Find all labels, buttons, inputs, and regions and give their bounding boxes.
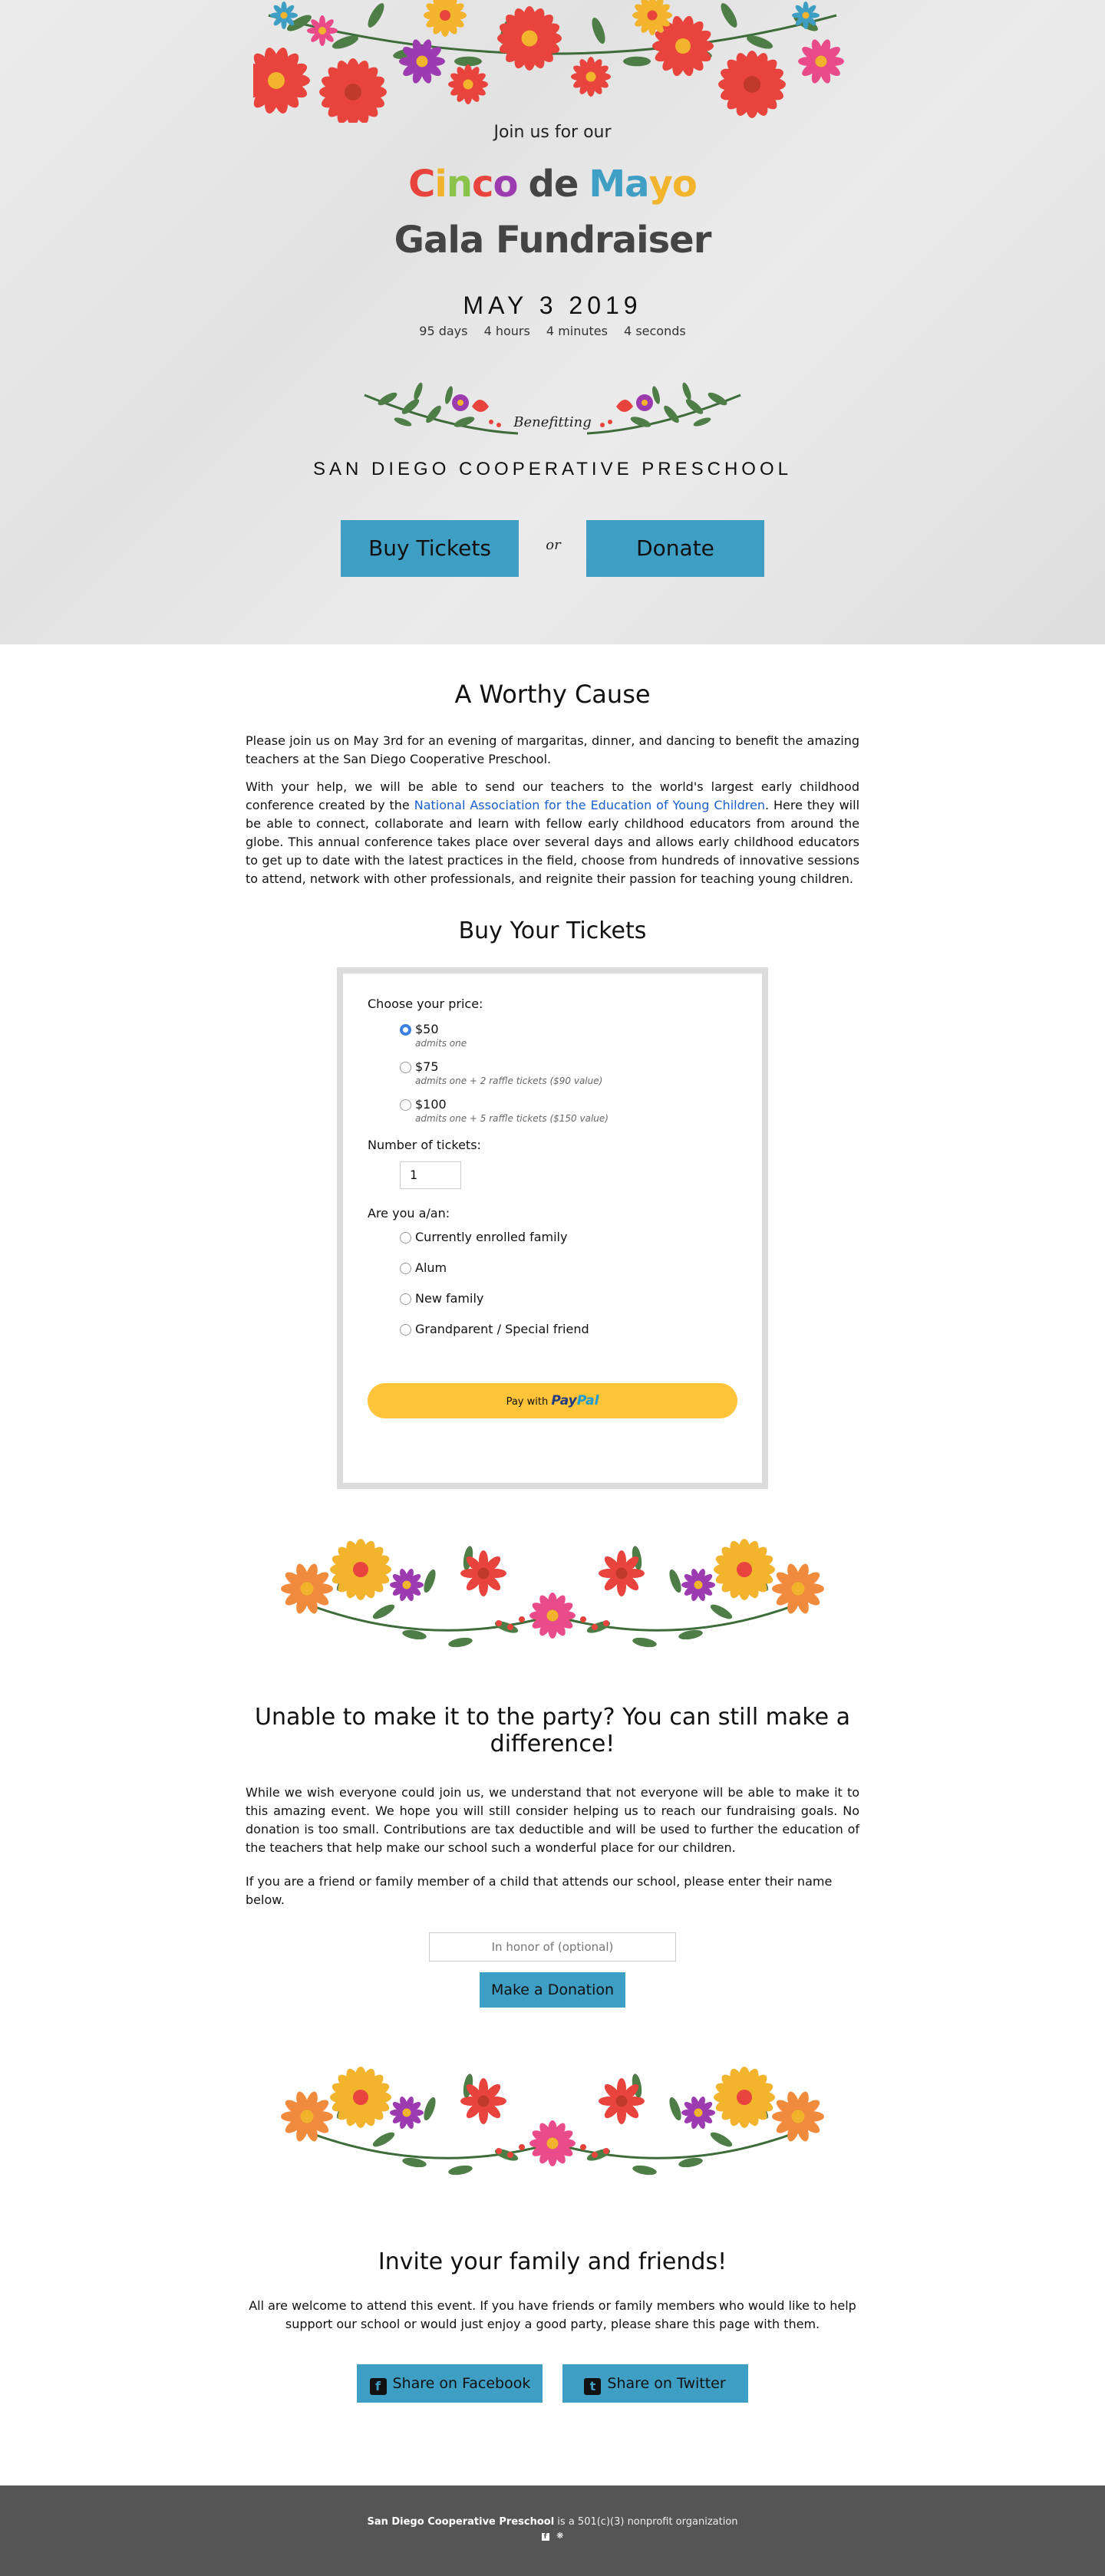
facebook-icon: f [369, 2378, 387, 2395]
role-label-text: Alum [415, 1260, 447, 1275]
price-description: admits one + 2 raffle tickets ($90 value… [415, 1076, 603, 1086]
price-value: $100 [415, 1097, 447, 1112]
cause-paragraph-1: Please join us on May 3rd for an evening… [246, 733, 859, 766]
main-content: A Worthy Cause Please join us on May 3rd… [246, 680, 859, 2403]
footer-org-name: San Diego Cooperative Preschool [367, 2516, 555, 2528]
price-option[interactable]: $100 admits one + 5 raffle tickets ($150 … [400, 1097, 737, 1124]
role-label-text: Grandparent / Special friend [415, 1322, 589, 1336]
price-label: Choose your price: [368, 996, 483, 1011]
countdown-days: 95 days [419, 324, 468, 338]
cause-title: A Worthy Cause [454, 680, 651, 709]
difference-paragraph-1: While we wish everyone could join us, we… [246, 1785, 859, 1855]
role-radio[interactable] [400, 1232, 411, 1244]
title-letter: o [493, 163, 518, 206]
hero-intro: Join us for our [493, 123, 612, 142]
footer-yelp-icon[interactable]: ❋ [556, 2531, 563, 2541]
paypal-prefix: Pay with [506, 1396, 549, 1408]
naeyc-link[interactable]: National Association for the Education o… [414, 798, 765, 812]
tickets-title: Buy Your Tickets [458, 917, 647, 944]
twitter-icon: t [584, 2378, 602, 2395]
paypal-logo: PayPal [551, 1393, 599, 1408]
price-radio[interactable] [400, 1062, 411, 1073]
countdown-minutes: 4 minutes [546, 324, 608, 338]
make-donation-button[interactable]: Make a Donation [480, 1972, 625, 2008]
price-value: $50 [415, 1022, 439, 1036]
title-letter: o [671, 163, 698, 206]
countdown-hours: 4 hours [483, 324, 530, 338]
role-option[interactable]: New family [400, 1290, 737, 1308]
price-option[interactable]: $75 admits one + 2 raffle tickets ($90 va… [400, 1059, 737, 1086]
invite-paragraph: All are welcome to attend this event. If… [249, 2298, 856, 2331]
hero-section: Join us for our Cinco de Mayo Gala Fundr… [0, 0, 1105, 644]
page-footer: San Diego Cooperative Preschool is a 501… [0, 2485, 1105, 2576]
title-letter: a [625, 163, 649, 206]
flower-garland-icon [253, 0, 844, 123]
flower-garland-icon [281, 2067, 824, 2176]
footer-nonprofit-text: is a 501(c)(3) nonprofit organization [554, 2516, 738, 2528]
wreath-icon [364, 382, 741, 435]
role-option[interactable]: Currently enrolled family [400, 1228, 737, 1247]
cause-paragraph-2: With your help, we will be able to send … [246, 778, 859, 888]
buy-tickets-button[interactable]: Buy Tickets [341, 520, 519, 577]
share-twitter-button[interactable]: t Share on Twitter [562, 2364, 748, 2403]
event-subtitle: Gala Fundraiser [394, 219, 712, 262]
role-label-text: New family [415, 1291, 484, 1306]
price-radio[interactable] [400, 1024, 411, 1036]
quantity-label: Number of tickets: [368, 1138, 481, 1152]
role-label-text: Currently enrolled family [415, 1230, 568, 1244]
role-option[interactable]: Grandparent / Special friend [400, 1320, 737, 1339]
footer-social-icons: f ❋ [0, 2531, 1105, 2541]
invite-title: Invite your family and friends! [378, 2248, 727, 2275]
title-letter: y [648, 163, 673, 206]
paypal-button[interactable]: Pay with PayPal [368, 1383, 737, 1418]
benefiting-label: Benefitting [513, 414, 592, 430]
share-facebook-label: Share on Facebook [392, 2375, 531, 2392]
difference-paragraph-2: If you are a friend or family member of … [246, 1874, 833, 1907]
difference-title: Unable to make it to the party? You can … [255, 1704, 850, 1757]
flower-garland-icon [281, 1539, 824, 1648]
role-options: Currently enrolled family Alum New family G… [400, 1228, 737, 1339]
quantity-input[interactable]: 1 [400, 1161, 461, 1189]
price-radio[interactable] [400, 1099, 411, 1111]
role-radio[interactable] [400, 1263, 411, 1274]
event-title: Cinco de Mayo [0, 163, 1105, 206]
footer-text: San Diego Cooperative Preschool is a 501… [0, 2485, 1105, 2528]
role-radio[interactable] [400, 1293, 411, 1305]
title-letter: C [408, 163, 435, 206]
title-letter: i [434, 163, 447, 206]
share-twitter-label: Share on Twitter [607, 2375, 726, 2392]
role-option[interactable]: Alum [400, 1259, 737, 1277]
title-letter: M [589, 163, 625, 206]
hero-actions: Buy Tickets or Donate [341, 520, 764, 577]
share-buttons: f Share on Facebook t Share on Twitter [246, 2364, 859, 2403]
title-letter: d [528, 163, 554, 206]
honor-input[interactable] [429, 1932, 676, 1962]
role-label: Are you a/an: [368, 1206, 450, 1220]
countdown-timer: 95 days 4 hours 4 minutes 4 seconds [0, 324, 1105, 338]
role-radio[interactable] [400, 1324, 411, 1336]
price-value: $75 [415, 1059, 439, 1074]
or-separator: or [546, 537, 561, 553]
donate-button[interactable]: Donate [586, 520, 764, 577]
title-letter: c [472, 163, 493, 206]
title-letter: e [553, 163, 579, 206]
price-description: admits one + 5 raffle tickets ($150 valu… [415, 1113, 609, 1124]
price-description: admits one [415, 1038, 467, 1049]
footer-facebook-icon[interactable]: f [541, 2533, 549, 2541]
price-option[interactable]: $50 admits one [400, 1022, 737, 1049]
title-letter: n [446, 163, 473, 206]
ticket-form: Choose your price: $50 admits one $75 admit… [337, 967, 768, 1489]
countdown-seconds: 4 seconds [624, 324, 686, 338]
event-date: MAY 3 2019 [463, 292, 642, 319]
school-name: SAN DIEGO COOPERATIVE PRESCHOOL [313, 459, 792, 479]
share-facebook-button[interactable]: f Share on Facebook [357, 2364, 543, 2403]
price-options: $50 admits one $75 admits one + 2 raffle ti… [400, 1022, 737, 1124]
